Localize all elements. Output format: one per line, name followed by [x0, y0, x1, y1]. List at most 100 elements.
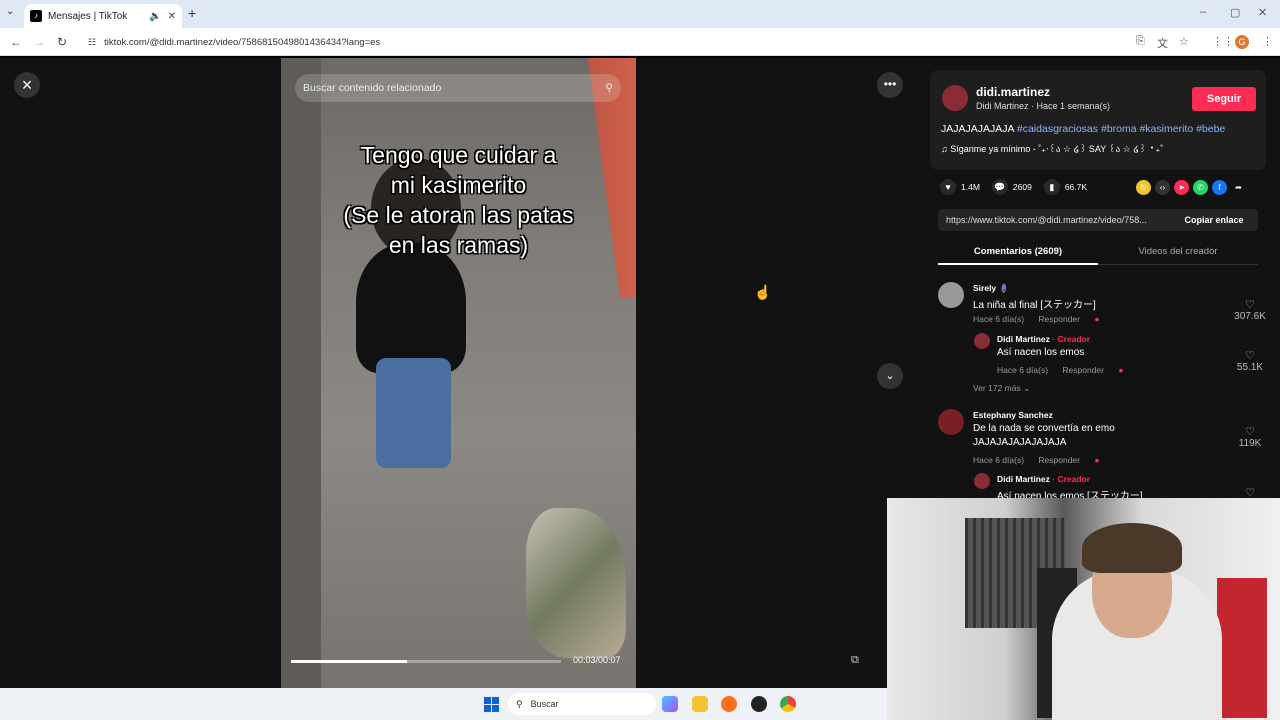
tab-creator-videos[interactable]: Videos del creador — [1098, 246, 1258, 257]
search-icon: ⚲ — [516, 698, 523, 709]
comment-like-count: 55.1K — [1236, 362, 1264, 373]
whatsapp-icon[interactable]: ✆ — [1193, 180, 1208, 195]
reply-button[interactable]: Responder — [1038, 455, 1080, 465]
browser-menu-icon[interactable]: ⋮ — [1262, 35, 1273, 48]
video-frame-child-body — [356, 243, 466, 373]
maximize-icon[interactable]: ▢ — [1230, 6, 1240, 19]
reply-button[interactable]: Responder — [1062, 365, 1104, 375]
panel-tabs: Comentarios (2609) Videos del creador — [938, 241, 1258, 265]
heart-outline-icon[interactable]: ♡ — [1230, 425, 1270, 438]
reply-author: Didi Martinez — [997, 474, 1050, 484]
video-progress-bar[interactable] — [291, 660, 561, 663]
reply-button[interactable]: Responder — [1038, 314, 1080, 324]
tiktok-favicon-icon: ♪ — [30, 10, 42, 22]
like-count: 1.4M — [961, 182, 980, 192]
reload-icon[interactable]: ↻ — [57, 35, 67, 49]
commenter-name[interactable]: Sirely 🪻 — [973, 283, 1009, 294]
taskbar-search[interactable]: ⚲ Buscar — [508, 693, 656, 715]
hashtag-link[interactable]: #kasimerito — [1139, 123, 1193, 135]
video-progress-fill — [291, 660, 408, 663]
url-field[interactable]: ☷ tiktok.com/@didi.martinez/video/758681… — [82, 31, 1122, 53]
picture-in-picture-icon[interactable]: ⧉ — [851, 654, 859, 667]
comment-time: Hace 6 día(s) — [973, 455, 1025, 465]
music-link[interactable]: ♫ Síganme ya mínimo - ˚₊‧꒰ა ☆ ໒꒱ SAY ꒰ა … — [941, 143, 1163, 155]
extensions-icon[interactable]: ⋮⋮ — [1212, 35, 1234, 48]
taskbar-search-label: Buscar — [530, 699, 559, 709]
webcam-jersey — [1217, 578, 1267, 718]
new-tab-button[interactable]: + — [188, 5, 196, 21]
bookmark-icon[interactable]: ▮ — [1043, 179, 1060, 195]
comment-like[interactable]: ♡ 307.6K — [1230, 298, 1270, 322]
related-search-placeholder: Buscar contenido relacionado — [303, 82, 442, 94]
start-windows-icon[interactable] — [484, 697, 499, 712]
tab-search-icon[interactable]: ⌄ — [6, 6, 14, 17]
profile-avatar[interactable]: G — [1235, 35, 1249, 49]
copy-link-button[interactable]: Copiar enlace — [1170, 215, 1258, 225]
heart-outline-icon[interactable]: ♡ — [1230, 349, 1270, 362]
search-icon[interactable]: ⚲ — [605, 82, 613, 94]
address-bar: ← → ↻ ☷ tiktok.com/@didi.martinez/video/… — [0, 28, 1280, 56]
copy-link-box: https://www.tiktok.com/@didi.martinez/vi… — [938, 209, 1258, 231]
video-player[interactable]: Buscar contenido relacionado ⚲ Tengo que… — [281, 58, 636, 688]
install-icon[interactable]: ⎘ — [1136, 35, 1145, 48]
facebook-icon[interactable]: f — [1212, 180, 1227, 195]
comment-like[interactable]: ♡ 55.1K — [1230, 349, 1270, 373]
save-stat[interactable]: ▮ 66.7K — [1043, 179, 1087, 195]
share-arrow-icon[interactable]: ➦ — [1231, 180, 1246, 195]
tab-comments[interactable]: Comentarios (2609) — [938, 246, 1098, 257]
related-search-input[interactable]: Buscar contenido relacionado ⚲ — [295, 74, 621, 102]
commenter-avatar[interactable] — [974, 473, 990, 489]
creator-liked-icon: ● — [1094, 314, 1100, 324]
close-window-icon[interactable]: ✕ — [1258, 6, 1267, 19]
comment-item: Estephany Sanchez De la nada se convertí… — [938, 409, 1268, 469]
heart-outline-icon[interactable]: ♡ — [1230, 298, 1270, 311]
close-icon[interactable]: × — [14, 72, 40, 98]
comment-text: Así nacen los emos — [997, 347, 1085, 358]
commenter-name[interactable]: Didi Martinez · Creador — [997, 474, 1090, 484]
bookmark-star-icon[interactable]: ☆ — [1179, 35, 1189, 48]
translate-icon[interactable]: 文 — [1157, 35, 1168, 51]
like-stat[interactable]: ♥ 1.4M — [940, 179, 980, 195]
comment-like[interactable]: ♡ 119K — [1230, 425, 1270, 449]
minimize-icon[interactable]: – — [1200, 6, 1206, 18]
comment-icon[interactable]: 💬 — [991, 179, 1008, 195]
mouse-cursor-icon: ☝ — [754, 284, 772, 300]
view-more-replies[interactable]: Ver 172 más ⌄ — [973, 383, 1030, 394]
active-tab-underline — [938, 263, 1098, 265]
video-link[interactable]: https://www.tiktok.com/@didi.martinez/vi… — [946, 215, 1170, 225]
repost-icon[interactable]: ↻ — [1136, 180, 1151, 195]
comment-stat[interactable]: 💬 2609 — [991, 179, 1032, 195]
hashtag-link[interactable]: #broma — [1101, 123, 1137, 135]
commenter-avatar[interactable] — [938, 409, 964, 435]
site-info-icon[interactable]: ☷ — [88, 37, 96, 48]
author-username[interactable]: didi.martinez — [976, 85, 1050, 99]
close-tab-icon[interactable]: ✕ — [168, 11, 176, 22]
comment-count: 2609 — [1012, 182, 1032, 192]
tab-title: Mensajes | TikTok — [48, 10, 128, 22]
commenter-name[interactable]: Estephany Sanchez — [973, 410, 1053, 420]
hashtag-link[interactable]: #caidasgraciosas — [1017, 123, 1098, 135]
author-avatar[interactable] — [942, 85, 968, 111]
comment-like-count: 119K — [1238, 438, 1262, 449]
browser-tab[interactable]: ♪ Mensajes | TikTok 🔈 ✕ — [24, 4, 182, 28]
obs-icon[interactable] — [751, 696, 767, 712]
browser-tab-bar: ⌄ ♪ Mensajes | TikTok 🔈 ✕ + – ▢ ✕ — [0, 0, 1280, 28]
heart-icon[interactable]: ♥ — [940, 179, 956, 195]
send-to-friends-icon[interactable]: ➤ — [1174, 180, 1189, 195]
next-video-chevron-icon[interactable]: ⌄ — [877, 363, 903, 389]
forward-icon[interactable]: → — [33, 35, 45, 49]
firefox-icon[interactable] — [721, 696, 737, 712]
copilot-icon[interactable] — [662, 696, 678, 712]
chrome-icon[interactable] — [780, 696, 796, 712]
commenter-avatar[interactable] — [974, 333, 990, 349]
hashtag-link[interactable]: #bebe — [1196, 123, 1225, 135]
back-icon[interactable]: ← — [10, 35, 22, 49]
audio-icon[interactable]: 🔈 — [149, 11, 161, 22]
follow-button[interactable]: Seguir — [1192, 87, 1256, 111]
commenter-name[interactable]: Didi Martinez · Creador — [997, 334, 1090, 344]
commenter-avatar[interactable] — [938, 282, 964, 308]
embed-icon[interactable]: ‹› — [1155, 180, 1170, 195]
comment-like-count: 307.6K — [1234, 311, 1266, 322]
more-options-icon[interactable]: ••• — [877, 72, 903, 98]
file-explorer-icon[interactable] — [692, 696, 708, 712]
